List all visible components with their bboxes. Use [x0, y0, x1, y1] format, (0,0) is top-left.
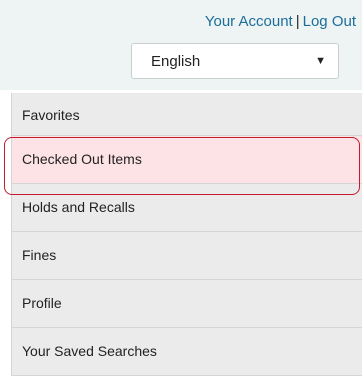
menu-item-fines[interactable]: Fines: [12, 232, 362, 280]
account-links: Your Account | Log Out: [205, 13, 356, 30]
menu-item-your-saved-searches[interactable]: Your Saved Searches: [12, 328, 362, 376]
language-select[interactable]: English ▼: [131, 43, 339, 79]
menu-item-holds-and-recalls[interactable]: Holds and Recalls: [12, 184, 362, 232]
your-account-link[interactable]: Your Account: [205, 13, 293, 30]
menu-item-label: Checked Out Items: [22, 151, 142, 167]
log-out-link[interactable]: Log Out: [303, 13, 356, 30]
menu-item-checked-out-items[interactable]: Checked Out Items: [12, 136, 362, 184]
account-header: Your Account | Log Out English ▼: [0, 0, 362, 90]
chevron-down-icon: ▼: [315, 55, 326, 67]
menu-item-favorites[interactable]: Favorites: [12, 93, 362, 136]
menu-item-profile[interactable]: Profile: [12, 280, 362, 328]
account-menu: Favorites Checked Out Items Holds and Re…: [11, 93, 362, 376]
link-separator: |: [295, 13, 300, 30]
menu-item-label: Fines: [22, 247, 57, 263]
menu-item-label: Favorites: [22, 107, 80, 123]
menu-item-label: Profile: [22, 295, 62, 311]
menu-item-label: Your Saved Searches: [22, 343, 157, 359]
language-select-value: English: [151, 53, 201, 70]
menu-item-label: Holds and Recalls: [22, 199, 135, 215]
